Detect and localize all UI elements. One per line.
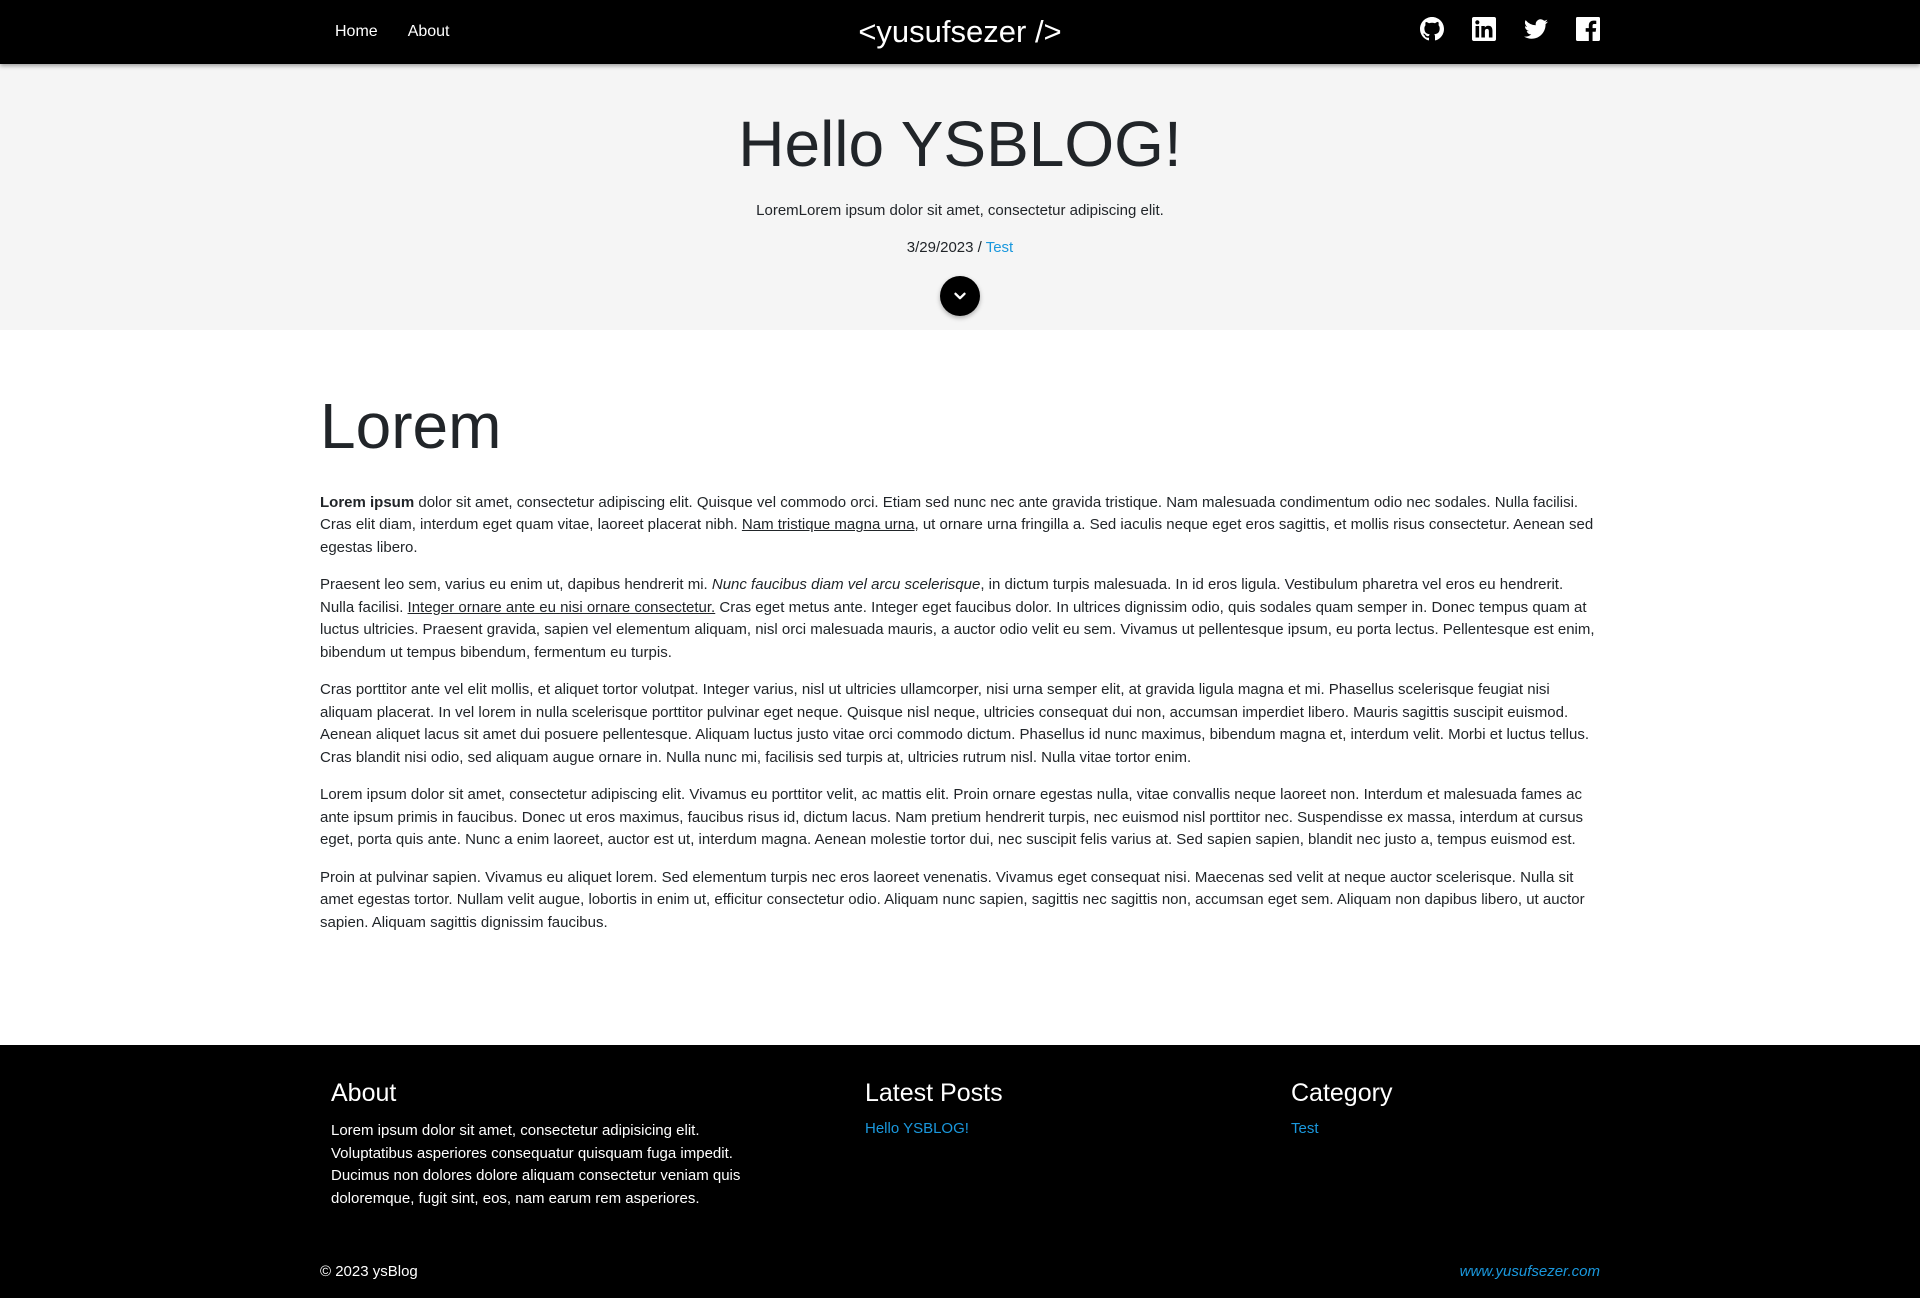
article-paragraph-1: Lorem ipsum dolor sit amet, consectetur … bbox=[320, 492, 1600, 560]
footer-category-section: Category Test bbox=[1291, 1079, 1591, 1138]
inline-link[interactable]: Nam tristique magna urna bbox=[742, 516, 915, 533]
twitter-icon[interactable] bbox=[1524, 17, 1548, 41]
social-links bbox=[1420, 0, 1600, 58]
post-title: Hello YSBLOG! bbox=[738, 108, 1182, 180]
site-brand[interactable]: <yusufsezer /> bbox=[858, 14, 1061, 50]
inline-link[interactable]: Integer ornare ante eu nisi ornare conse… bbox=[408, 599, 716, 616]
paragraph-text: Praesent leo sem, varius eu enim ut, dap… bbox=[320, 576, 712, 594]
site-url-link[interactable]: www.yusufsezer.com bbox=[1460, 1263, 1600, 1280]
article-heading: Lorem bbox=[320, 390, 502, 462]
post-subtitle: LoremLorem ipsum dolor sit amet, consect… bbox=[756, 202, 1164, 219]
github-icon[interactable] bbox=[1420, 17, 1444, 41]
chevron-down-icon bbox=[953, 289, 967, 303]
article-paragraph-3: Cras porttitor ante vel elit mollis, et … bbox=[320, 681, 1589, 766]
article-paragraph-2: Praesent leo sem, varius eu enim ut, dap… bbox=[320, 574, 1600, 664]
facebook-icon[interactable] bbox=[1576, 17, 1600, 41]
post-meta: 3/29/2023 / Test bbox=[0, 239, 1920, 256]
article-paragraph-4: Lorem ipsum dolor sit amet, consectetur … bbox=[320, 786, 1584, 849]
top-navbar: Home About <yusufsezer /> bbox=[0, 0, 1920, 64]
post-date: 3/29/2023 bbox=[906, 239, 974, 256]
italic-text: Nunc faucibus diam vel arcu scelerisque bbox=[711, 576, 981, 594]
bold-text: Lorem ipsum bbox=[320, 493, 415, 511]
footer-category-heading: Category bbox=[1291, 1079, 1393, 1107]
footer-latest-posts-heading: Latest Posts bbox=[865, 1079, 1003, 1107]
linkedin-icon[interactable] bbox=[1472, 17, 1496, 41]
post-category-link[interactable]: Test bbox=[986, 239, 1014, 256]
scroll-down-button[interactable] bbox=[940, 276, 980, 316]
footer-about-heading: About bbox=[331, 1079, 397, 1107]
footer-latest-posts-section: Latest Posts Hello YSBLOG! bbox=[865, 1079, 1165, 1138]
category-link[interactable]: Test bbox=[1291, 1120, 1319, 1137]
site-brand-container: <yusufsezer /> bbox=[0, 0, 1920, 64]
site-footer: About Lorem ipsum dolor sit amet, consec… bbox=[0, 1045, 1920, 1298]
article-paragraph-5: Proin at pulvinar sapien. Vivamus eu ali… bbox=[320, 868, 1585, 931]
post-header: Hello YSBLOG! LoremLorem ipsum dolor sit… bbox=[0, 64, 1920, 330]
footer-about-section: About Lorem ipsum dolor sit amet, consec… bbox=[331, 1079, 751, 1210]
latest-post-link[interactable]: Hello YSBLOG! bbox=[865, 1120, 969, 1137]
post-content: Lorem Lorem ipsum dolor sit amet, consec… bbox=[320, 330, 1600, 949]
meta-separator: / bbox=[973, 239, 986, 256]
footer-about-text: Lorem ipsum dolor sit amet, consectetur … bbox=[331, 1122, 741, 1207]
copyright-text: © 2023 ysBlog bbox=[320, 1263, 418, 1280]
